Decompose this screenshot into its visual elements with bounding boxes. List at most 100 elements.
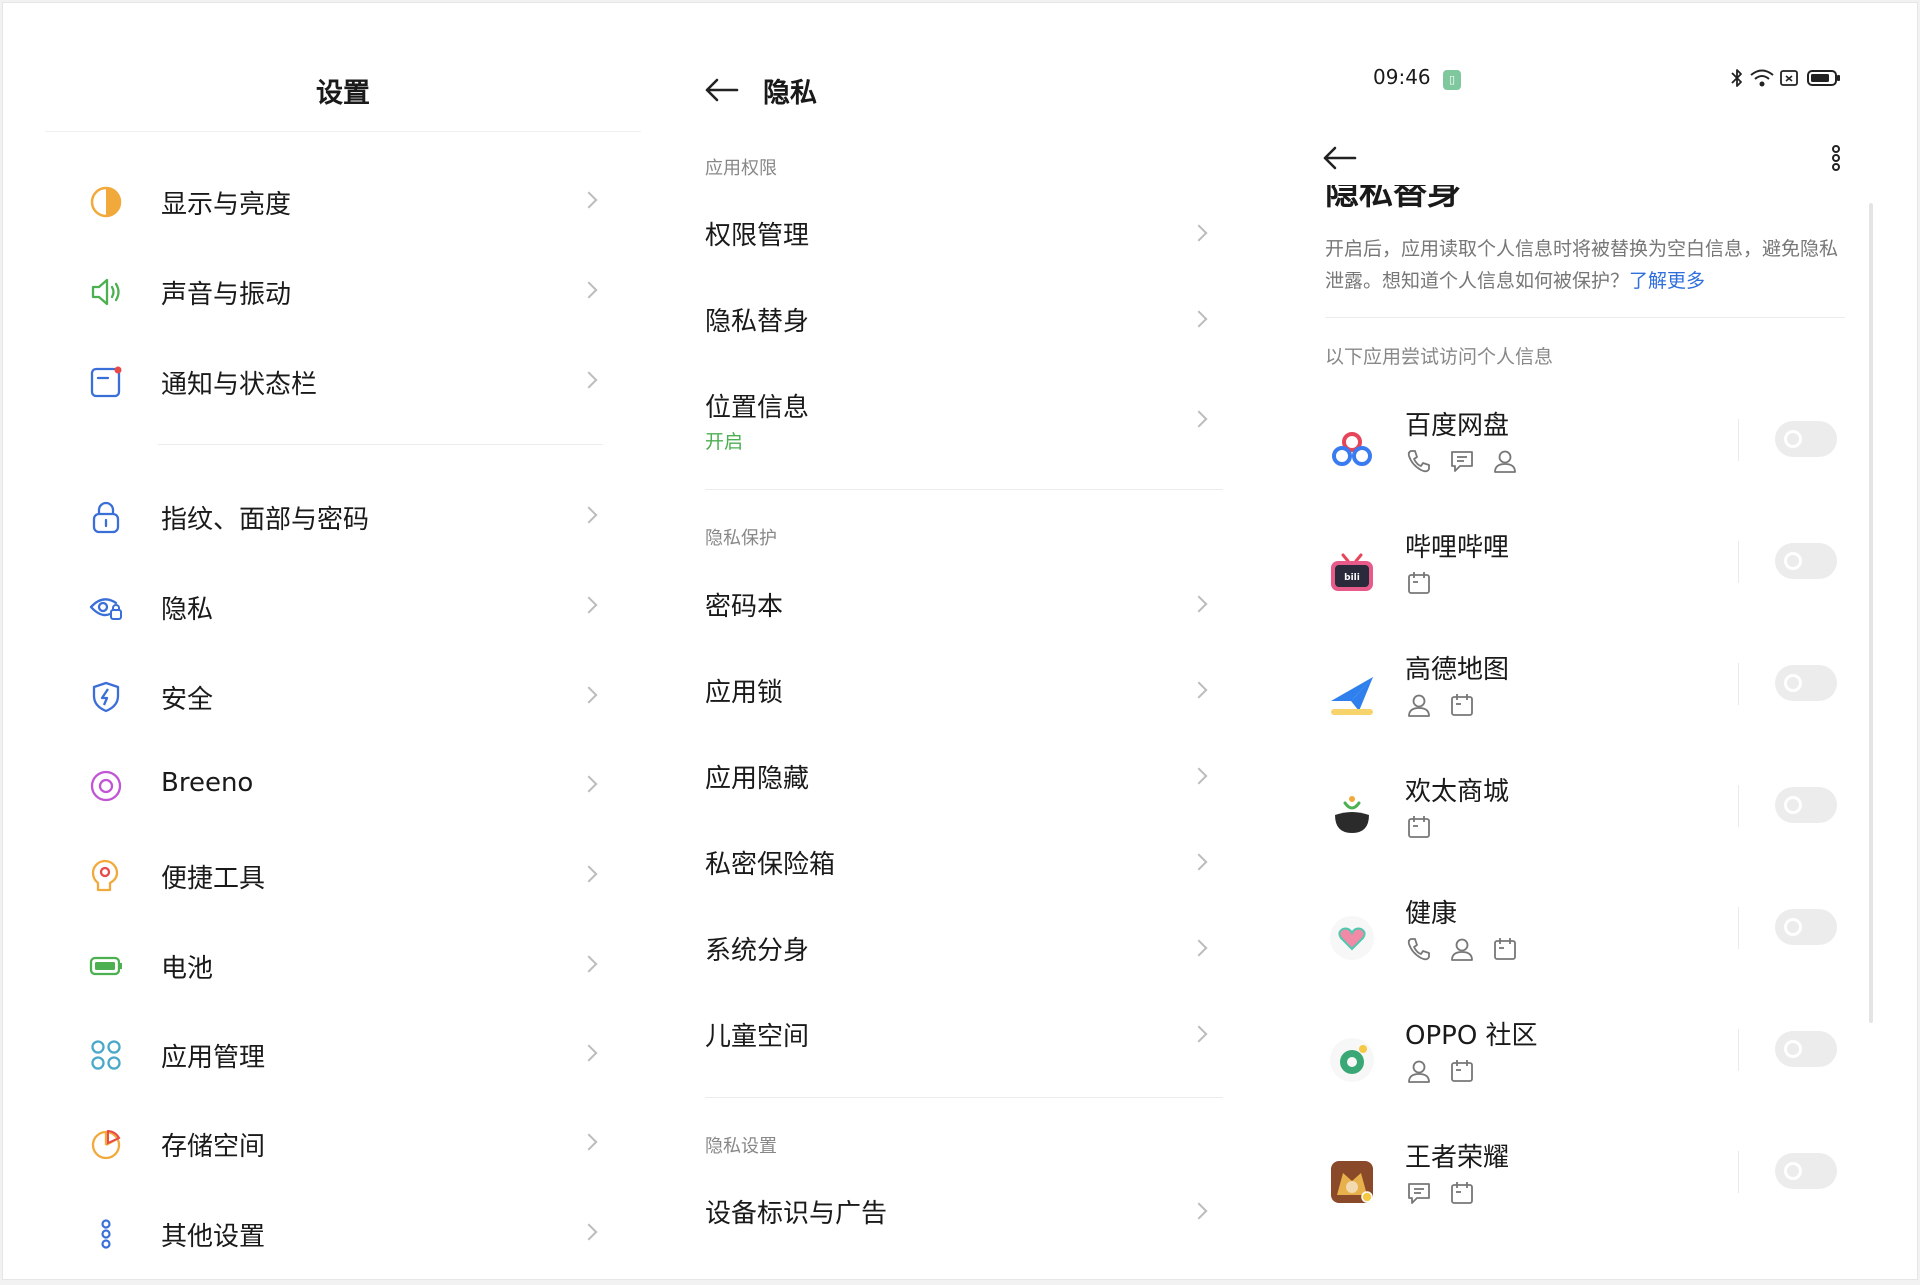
status-time: 09:46	[1373, 65, 1431, 89]
chevron-right-icon	[1190, 767, 1208, 785]
privacy-item-location[interactable]: 位置信息 开启	[705, 369, 1225, 469]
privacy-item-app-lock[interactable]: 应用锁	[705, 654, 1225, 726]
privacy-toggle[interactable]	[1775, 421, 1837, 457]
message-icon	[1408, 1183, 1430, 1204]
chevron-right-icon	[580, 596, 598, 614]
privacy-item-password-book[interactable]: 密码本	[705, 568, 1225, 640]
chevron-right-icon	[1190, 853, 1208, 871]
section-header: 应用权限	[705, 158, 777, 179]
settings-item-label: 声音与振动	[161, 280, 292, 310]
settings-item-label: 电池	[161, 954, 214, 984]
calendar-icon	[1408, 816, 1430, 838]
sim-card-icon	[1780, 70, 1798, 86]
privacy-item-device-id-ads[interactable]: 设备标识与广告	[705, 1175, 1225, 1247]
contact-icon	[1408, 694, 1430, 717]
back-arrow-icon[interactable]	[703, 75, 743, 105]
privacy-toggle[interactable]	[1775, 909, 1837, 945]
app-name: 哔哩哔哩	[1405, 533, 1510, 563]
app-management-icon	[91, 1040, 121, 1070]
contact-icon	[1451, 938, 1473, 961]
privacy-toggle[interactable]	[1775, 665, 1837, 701]
settings-item-storage[interactable]: 存储空间	[73, 1111, 613, 1175]
app-row-amap: 高德地图	[1325, 649, 1865, 759]
settings-item-privacy[interactable]: 隐私	[73, 574, 613, 638]
chevron-right-icon	[1190, 681, 1208, 699]
settings-item-label: 便捷工具	[161, 864, 266, 894]
bluetooth-icon	[1731, 69, 1742, 87]
settings-item-sound[interactable]: 声音与振动	[73, 259, 613, 323]
settings-item-display[interactable]: 显示与亮度	[73, 169, 613, 233]
app-row-heytap-store: 欢太商城	[1325, 771, 1865, 881]
privacy-toggle[interactable]	[1775, 1153, 1837, 1189]
app-row-honor-of-kings: 王者荣耀	[1325, 1137, 1865, 1247]
app-row-bilibili: bili 哔哩哔哩	[1325, 527, 1865, 637]
settings-item-notification[interactable]: 通知与状态栏	[73, 349, 613, 413]
settings-item-tools[interactable]: 便捷工具	[73, 843, 613, 907]
privacy-item-substitute[interactable]: 隐私替身	[705, 283, 1225, 355]
more-options-icon[interactable]	[1828, 143, 1844, 173]
app-row-health: 健康	[1325, 893, 1865, 1003]
toggle-knob	[1784, 1040, 1802, 1058]
divider	[1738, 419, 1739, 461]
phone-icon	[1407, 938, 1430, 961]
privacy-item-kids-space[interactable]: 儿童空间	[705, 998, 1225, 1070]
chevron-right-icon	[580, 506, 598, 524]
privacy-item-label: 密码本	[705, 592, 784, 622]
toggle-knob	[1784, 918, 1802, 936]
chevron-right-icon	[1190, 224, 1208, 242]
heytap-store-icon	[1335, 796, 1369, 833]
settings-item-other[interactable]: 其他设置	[73, 1201, 613, 1265]
permission-icons	[1405, 447, 1529, 477]
permission-icons	[1405, 935, 1529, 965]
health-icon	[1330, 916, 1374, 960]
privacy-item-private-safe[interactable]: 私密保险箱	[705, 826, 1225, 898]
privacy-title: 隐私	[763, 78, 817, 109]
app-name: 百度网盘	[1405, 411, 1510, 441]
privacy-item-label: 应用隐藏	[705, 764, 810, 794]
learn-more-link[interactable]: 了解更多	[1629, 270, 1705, 292]
chevron-right-icon	[580, 191, 598, 209]
settings-item-security[interactable]: 安全	[73, 664, 613, 728]
divider	[45, 131, 641, 132]
privacy-item-label: 权限管理	[705, 221, 810, 251]
privacy-toggle[interactable]	[1775, 787, 1837, 823]
chevron-right-icon	[580, 281, 598, 299]
chevron-right-icon	[1190, 310, 1208, 328]
location-status: 开启	[705, 431, 744, 453]
app-name: 王者荣耀	[1405, 1143, 1510, 1173]
contact-icon	[1408, 1060, 1430, 1083]
settings-item-label: 隐私	[161, 595, 214, 625]
privacy-substitute-panel: 09:46 ▯ 隐私替身 开启后，应用读取个人信息时将被替换为空白信息，避免隐私…	[1303, 3, 1917, 1279]
honor-of-kings-icon	[1331, 1161, 1373, 1203]
chevron-right-icon	[580, 686, 598, 704]
chevron-right-icon	[580, 775, 598, 793]
bilibili-icon: bili	[1331, 553, 1373, 591]
lock-icon	[92, 501, 120, 534]
phone-icon	[1407, 450, 1430, 473]
battery-icon	[89, 956, 122, 976]
privacy-toggle[interactable]	[1775, 543, 1837, 579]
privacy-item-label: 应用锁	[705, 678, 784, 708]
settings-item-battery[interactable]: 电池	[73, 933, 613, 997]
privacy-item-app-hide[interactable]: 应用隐藏	[705, 740, 1225, 812]
scrollbar[interactable]	[1869, 203, 1873, 1023]
back-arrow-icon[interactable]	[1321, 143, 1361, 173]
message-icon	[1451, 451, 1473, 472]
chevron-right-icon	[580, 1223, 598, 1241]
settings-title: 设置	[316, 78, 370, 109]
privacy-item-permission[interactable]: 权限管理	[705, 197, 1225, 269]
other-settings-icon	[101, 1219, 111, 1249]
chevron-right-icon	[1190, 939, 1208, 957]
wifi-icon	[1750, 69, 1774, 87]
settings-item-label: 安全	[161, 685, 214, 715]
chevron-right-icon	[580, 955, 598, 973]
divider	[1738, 541, 1739, 583]
privacy-item-system-clone[interactable]: 系统分身	[705, 912, 1225, 984]
settings-item-label: Breeno	[161, 768, 254, 798]
settings-item-apps[interactable]: 应用管理	[73, 1022, 613, 1086]
display-brightness-icon	[90, 186, 122, 218]
privacy-toggle[interactable]	[1775, 1031, 1837, 1067]
settings-item-breeno[interactable]: Breeno	[73, 753, 613, 817]
settings-item-label: 应用管理	[161, 1043, 266, 1073]
settings-item-fingerprint[interactable]: 指纹、面部与密码	[73, 484, 613, 548]
